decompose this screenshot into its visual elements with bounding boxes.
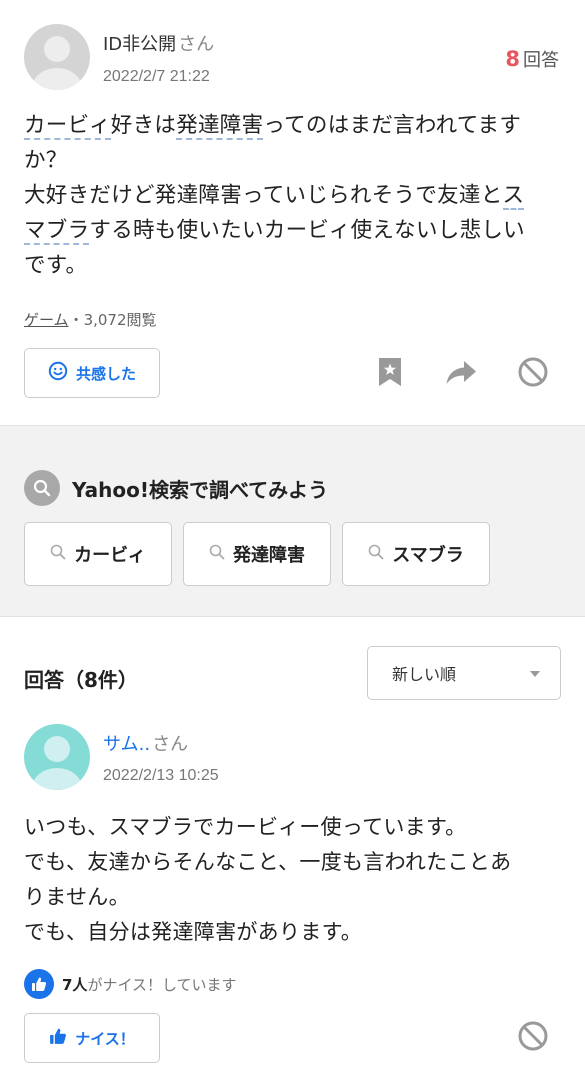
answer-block-button[interactable] — [515, 1020, 551, 1056]
keyword-link-smabura-2[interactable]: マブラ — [24, 218, 90, 245]
sort-selected-value: 新しい順 — [392, 665, 457, 684]
question-date: 2022/2/7 21:22 — [103, 68, 210, 85]
search-icon — [368, 544, 384, 565]
share-icon — [445, 359, 477, 389]
smile-icon — [48, 361, 68, 385]
question-text: カービィ好きは発達障害ってのはまだ言われてます か？ 大好きだけど発達障害ってい… — [24, 113, 525, 278]
keyword-link-developmental[interactable]: 発達障害 — [176, 113, 264, 140]
answerer-name[interactable]: サム.. さん — [103, 730, 188, 756]
keyword-link-kirby[interactable]: カービィ — [24, 113, 111, 140]
block-icon — [517, 356, 549, 392]
thumbs-up-icon — [24, 969, 54, 999]
block-button[interactable] — [515, 356, 551, 392]
questioner-avatar[interactable] — [24, 24, 90, 90]
answer-date: 2022/2/13 10:25 — [103, 767, 219, 784]
question-card: ID非公開 さん 2022/2/7 21:22 8 回答 カービィ好きは発達障害って… — [0, 0, 585, 425]
questioner-name: ID非公開 さん — [103, 34, 215, 55]
view-count: ・3,072閲覧 — [68, 311, 157, 329]
search-chip-kirby[interactable]: カービィ — [24, 522, 172, 586]
thumbs-up-icon — [49, 1027, 67, 1049]
block-icon — [517, 1020, 549, 1056]
sort-select[interactable]: 新しい順 — [367, 646, 561, 700]
answer-text: いつも、スマブラでカービィー使っています。 でも、友達からそんなこと、一度も言わ… — [24, 815, 512, 944]
answers-header: 回答（8件） — [24, 668, 138, 692]
empathy-button[interactable]: 共感した — [24, 348, 160, 398]
bookmark-icon — [377, 357, 403, 391]
search-icon — [50, 544, 66, 565]
category-link[interactable]: ゲーム — [24, 311, 69, 329]
search-icon — [24, 470, 60, 506]
question-meta: ゲーム・3,072閲覧 — [24, 309, 157, 330]
answerer-avatar[interactable] — [24, 724, 90, 790]
nice-label: ナイス！ — [75, 1029, 135, 1048]
caret-down-icon — [530, 671, 540, 677]
nice-count: 7人がナイス！しています — [24, 969, 237, 999]
search-chip-smabura[interactable]: スマブラ — [342, 522, 490, 586]
share-button[interactable] — [443, 356, 479, 392]
search-chip-developmental[interactable]: 発達障害 — [183, 522, 331, 586]
empathy-label: 共感した — [75, 364, 136, 383]
bookmark-button[interactable] — [372, 356, 408, 392]
search-section-title: Yahoo!検索で調べてみよう — [24, 470, 328, 506]
search-icon — [209, 544, 225, 565]
yahoo-search-section: Yahoo!検索で調べてみよう カービィ 発達障害 スマブラ — [0, 425, 585, 617]
nice-button[interactable]: ナイス！ — [24, 1013, 160, 1063]
keyword-link-smabura-1[interactable]: ス — [502, 183, 525, 210]
answer-count: 8 回答 — [505, 47, 559, 71]
